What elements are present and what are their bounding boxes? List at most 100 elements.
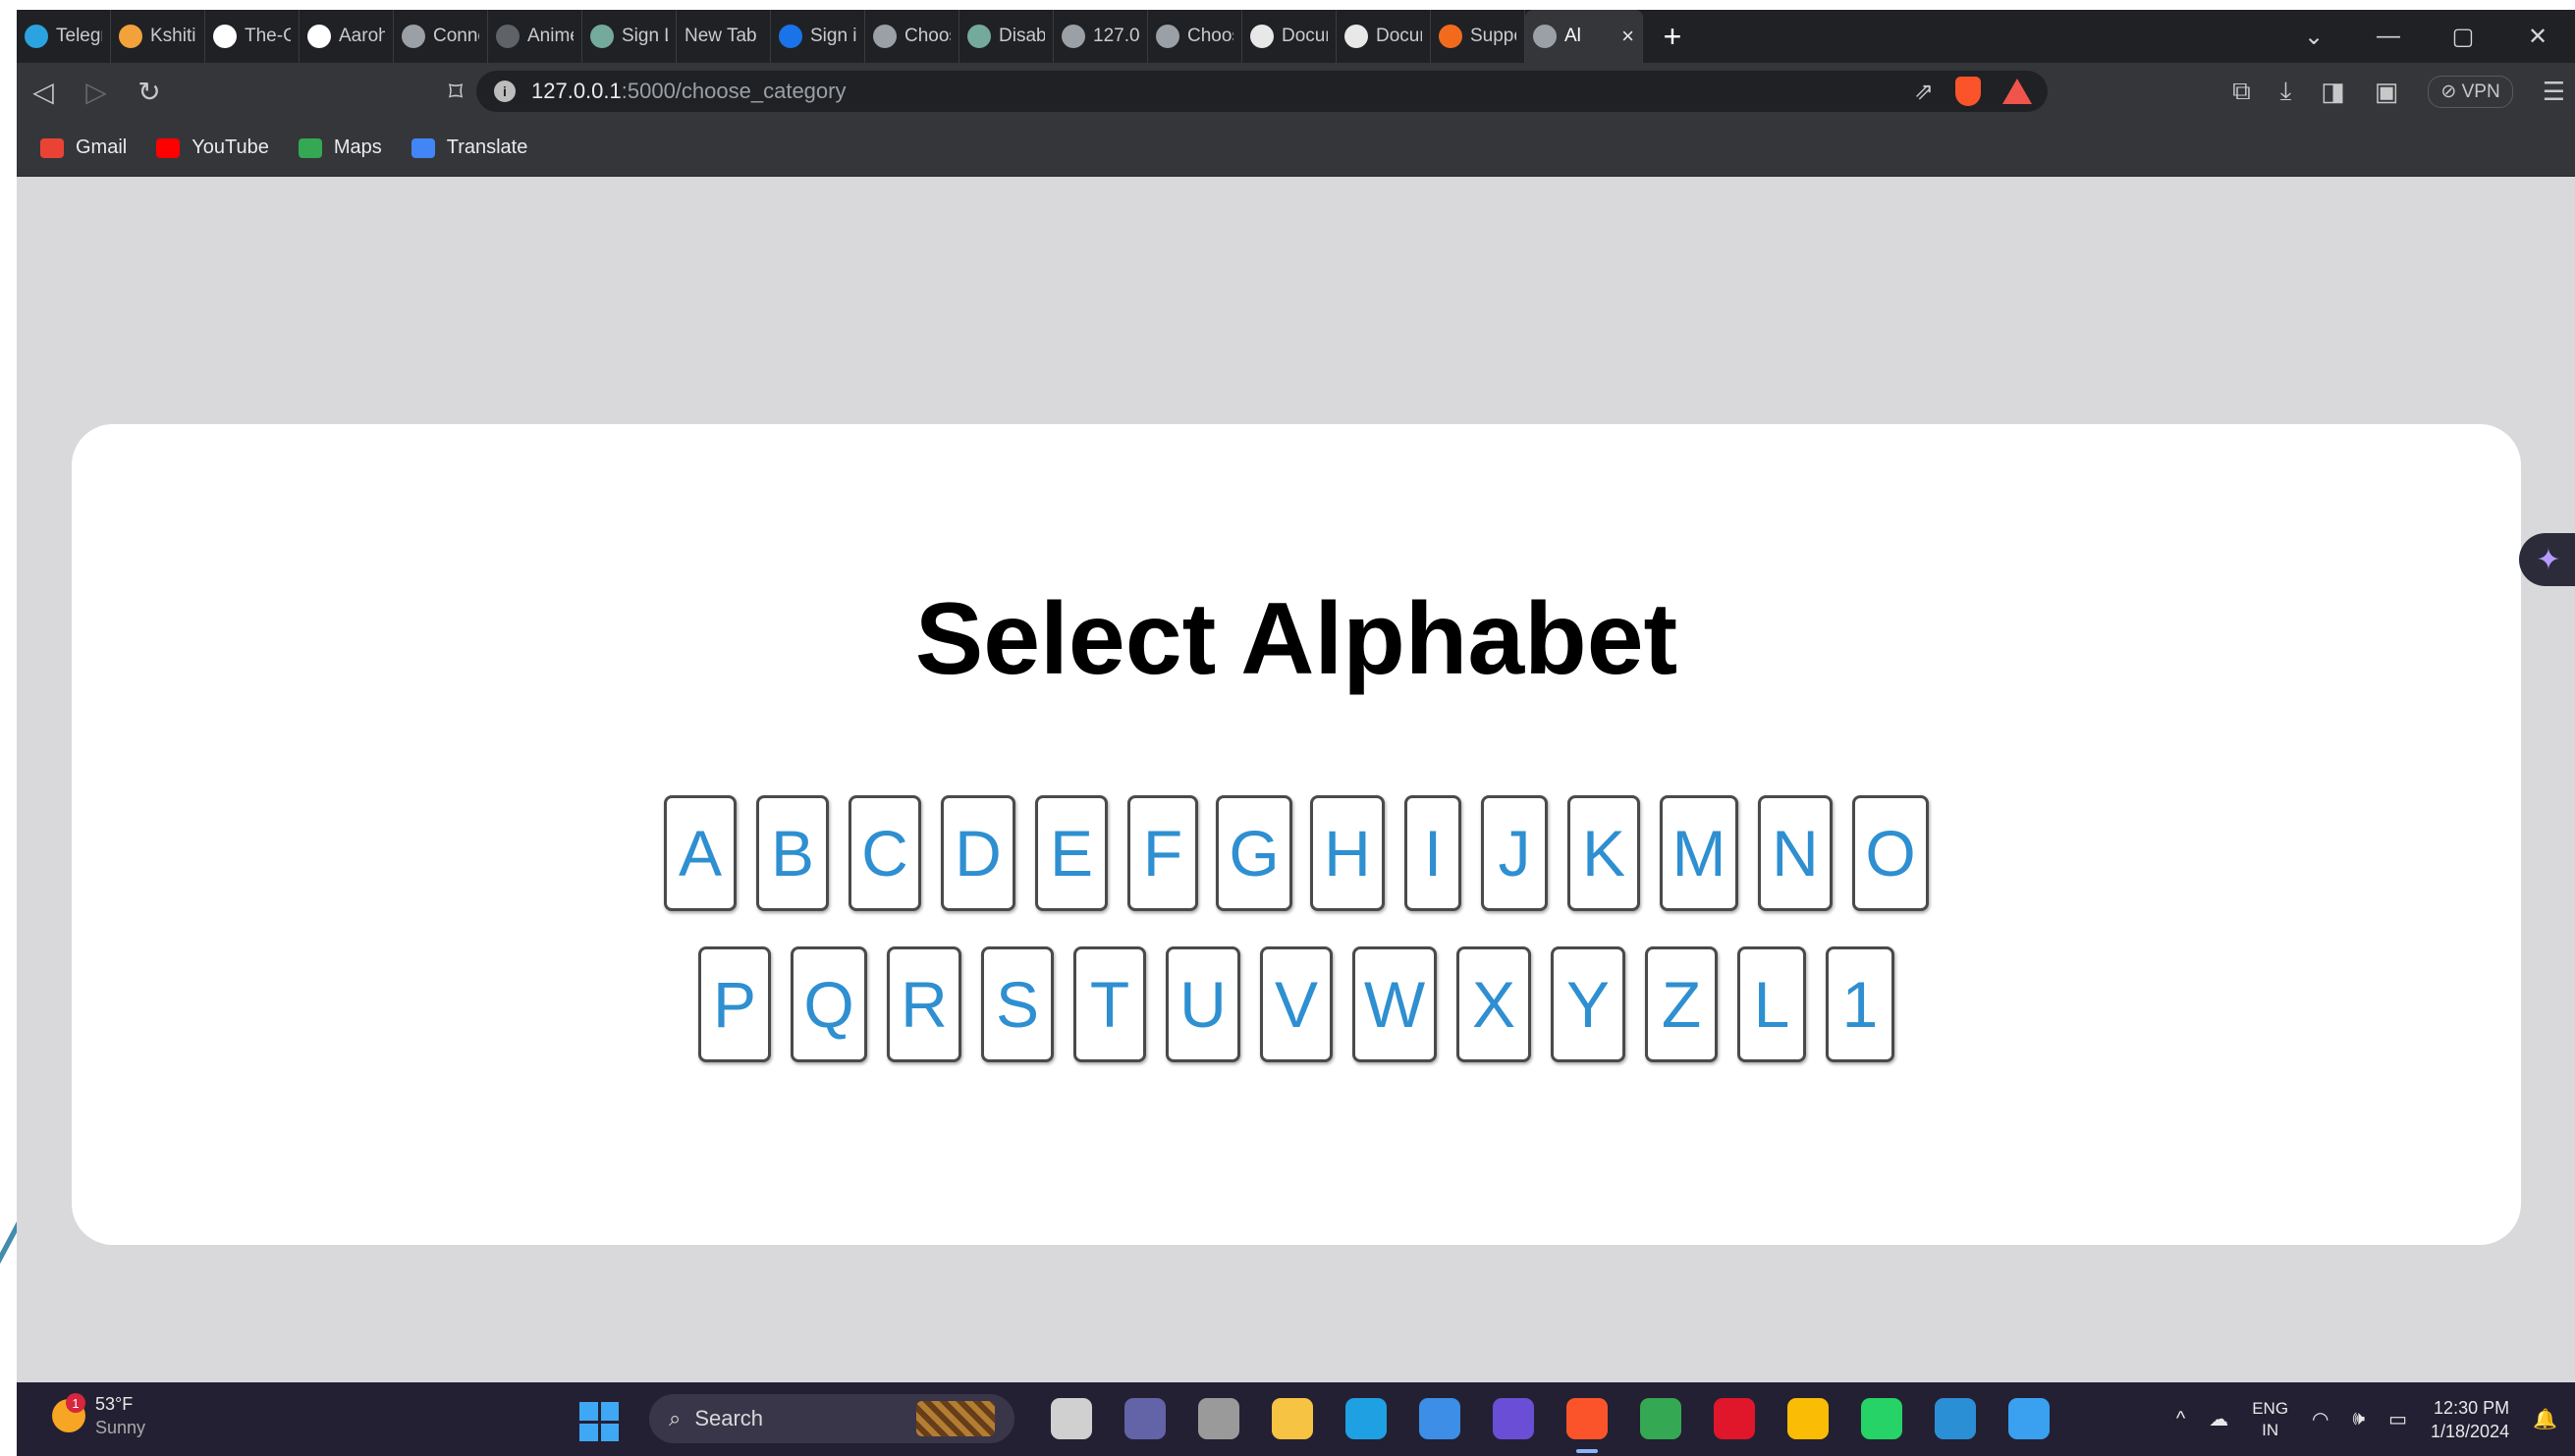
letter-button-s[interactable]: S — [981, 946, 1054, 1062]
browser-tab[interactable]: Choos — [865, 10, 959, 63]
brave-icon[interactable] — [1566, 1398, 1608, 1453]
bookmark-gmail[interactable]: Gmail — [40, 136, 127, 159]
url-text[interactable]: 127.0.0.1:5000/choose_category — [531, 79, 846, 104]
browser-tab[interactable]: Telegra — [17, 10, 111, 63]
browser-tab[interactable]: Disable — [959, 10, 1054, 63]
azure-icon[interactable] — [2008, 1398, 2050, 1439]
letter-button-g[interactable]: G — [1216, 795, 1292, 911]
letter-button-a[interactable]: A — [664, 795, 737, 911]
edge-icon[interactable] — [1345, 1398, 1387, 1439]
letter-button-k[interactable]: K — [1567, 795, 1640, 911]
letter-button-p[interactable]: P — [698, 946, 771, 1062]
share-icon[interactable]: ⇗ — [1914, 78, 1934, 106]
browser-tab[interactable]: Docum — [1337, 10, 1431, 63]
wallet-icon[interactable]: ▣ — [2375, 77, 2399, 107]
letter-button-r[interactable]: R — [887, 946, 961, 1062]
letter-button-y[interactable]: Y — [1551, 946, 1625, 1062]
bookmark-icon[interactable]: ⌑ — [429, 76, 482, 108]
weather-widget[interactable]: 1 53°F Sunny — [52, 1392, 145, 1439]
settings-icon[interactable] — [1198, 1398, 1239, 1439]
letter-button-w[interactable]: W — [1352, 946, 1437, 1062]
letter-button-n[interactable]: N — [1758, 795, 1833, 911]
ai-assistant-button[interactable]: ✦ — [2519, 533, 2575, 586]
bookmark-translate[interactable]: Translate — [411, 136, 527, 159]
browser-tab[interactable]: Connec — [394, 10, 488, 63]
chrome-profile-icon[interactable] — [1787, 1398, 1829, 1439]
file-explorer-icon[interactable] — [1272, 1398, 1313, 1439]
task-view-icon[interactable] — [1051, 1398, 1092, 1439]
tab-search-icon[interactable]: ⌄ — [2276, 23, 2351, 51]
brave-shield-icon[interactable] — [1955, 77, 1981, 106]
globe-icon — [1062, 25, 1085, 48]
tab-bar: Telegra Kshitiz The-Gr Aarohi Connec Anime Sig… — [17, 10, 2575, 63]
clock[interactable]: 12:30 PM 1/18/2024 — [2431, 1396, 2509, 1443]
close-tab-icon[interactable]: × — [1621, 24, 1634, 49]
site-info-icon[interactable]: i — [494, 81, 516, 102]
forward-icon[interactable]: ▷ — [70, 76, 123, 108]
browser-tab[interactable]: Anime — [488, 10, 582, 63]
maximize-icon[interactable]: ▢ — [2426, 23, 2500, 51]
letter-button-b[interactable]: B — [756, 795, 829, 911]
new-tab-button[interactable]: + — [1643, 19, 1702, 55]
tray-overflow-icon[interactable]: ^ — [2176, 1408, 2185, 1430]
extensions-icon[interactable]: ⧉ — [2232, 76, 2251, 107]
whatsapp-icon[interactable] — [1861, 1398, 1902, 1439]
letter-button-h[interactable]: H — [1310, 795, 1385, 911]
active-tab[interactable]: Al × — [1525, 10, 1643, 63]
letter-button-q[interactable]: Q — [791, 946, 867, 1062]
taskbar-search[interactable]: ⌕ Search — [649, 1394, 1014, 1443]
minimize-icon[interactable]: — — [2351, 23, 2426, 50]
chrome-icon[interactable] — [1640, 1398, 1681, 1439]
onedrive-icon[interactable]: ☁ — [2209, 1407, 2228, 1431]
letter-button-j[interactable]: J — [1481, 795, 1548, 911]
teams-icon[interactable] — [1124, 1398, 1166, 1439]
letter-button-f[interactable]: F — [1127, 795, 1198, 911]
browser-tab[interactable]: Choos — [1148, 10, 1242, 63]
letter-button-i[interactable]: I — [1404, 795, 1461, 911]
notification-icon[interactable]: 🔔 — [2533, 1407, 2557, 1431]
letter-button-e[interactable]: E — [1035, 795, 1108, 911]
browser-tab[interactable]: Suppo — [1431, 10, 1525, 63]
vscode-icon[interactable] — [1935, 1398, 1976, 1439]
browser-tab[interactable]: Kshitiz — [111, 10, 205, 63]
vs-app-icon[interactable] — [1493, 1398, 1534, 1439]
download-icon[interactable]: ⤓ — [2280, 76, 2292, 107]
browser-tab[interactable]: 127.0.0 — [1054, 10, 1148, 63]
wifi-icon[interactable]: ◠ — [2312, 1407, 2328, 1431]
letter-button-x[interactable]: X — [1456, 946, 1531, 1062]
tab-label: Sign in — [810, 26, 856, 46]
browser-tab[interactable]: Sign La — [582, 10, 677, 63]
opera-icon[interactable] — [1714, 1398, 1755, 1439]
sidebar-icon[interactable]: ◨ — [2321, 77, 2345, 107]
close-window-icon[interactable]: ✕ — [2500, 23, 2575, 51]
browser-tab[interactable]: The-Gr — [205, 10, 300, 63]
store-icon[interactable] — [1419, 1398, 1460, 1439]
volume-icon[interactable]: 🕪 — [2353, 1408, 2366, 1430]
letter-button-1[interactable]: 1 — [1826, 946, 1894, 1062]
bookmark-maps[interactable]: Maps — [298, 136, 382, 159]
browser-tab[interactable]: Sign in — [771, 10, 865, 63]
back-icon[interactable]: ◁ — [17, 76, 70, 108]
letter-button-l[interactable]: L — [1737, 946, 1806, 1062]
browser-tab[interactable]: Docum — [1242, 10, 1337, 63]
bookmark-youtube[interactable]: YouTube — [156, 136, 269, 159]
reload-icon[interactable]: ↻ — [123, 76, 176, 108]
vpn-button[interactable]: ⊘ VPN — [2428, 75, 2513, 108]
letter-button-c[interactable]: C — [849, 795, 921, 911]
browser-tab[interactable]: Aarohi — [300, 10, 394, 63]
maps-icon — [298, 137, 322, 158]
browser-tab[interactable]: New Tab — [677, 10, 771, 63]
letter-button-t[interactable]: T — [1073, 946, 1146, 1062]
menu-icon[interactable]: ☰ — [2543, 77, 2565, 107]
letter-button-o[interactable]: O — [1852, 795, 1929, 911]
letter-button-d[interactable]: D — [941, 795, 1015, 911]
letter-button-z[interactable]: Z — [1645, 946, 1718, 1062]
letter-button-u[interactable]: U — [1166, 946, 1240, 1062]
brave-rewards-icon[interactable] — [2002, 79, 2032, 104]
address-bar[interactable]: i 127.0.0.1:5000/choose_category ⇗ — [476, 71, 2048, 112]
start-button[interactable] — [579, 1402, 619, 1441]
letter-button-v[interactable]: V — [1260, 946, 1333, 1062]
letter-button-m[interactable]: M — [1660, 795, 1738, 911]
language-indicator[interactable]: ENG IN — [2252, 1398, 2288, 1441]
battery-icon[interactable]: ▭ — [2388, 1407, 2407, 1431]
